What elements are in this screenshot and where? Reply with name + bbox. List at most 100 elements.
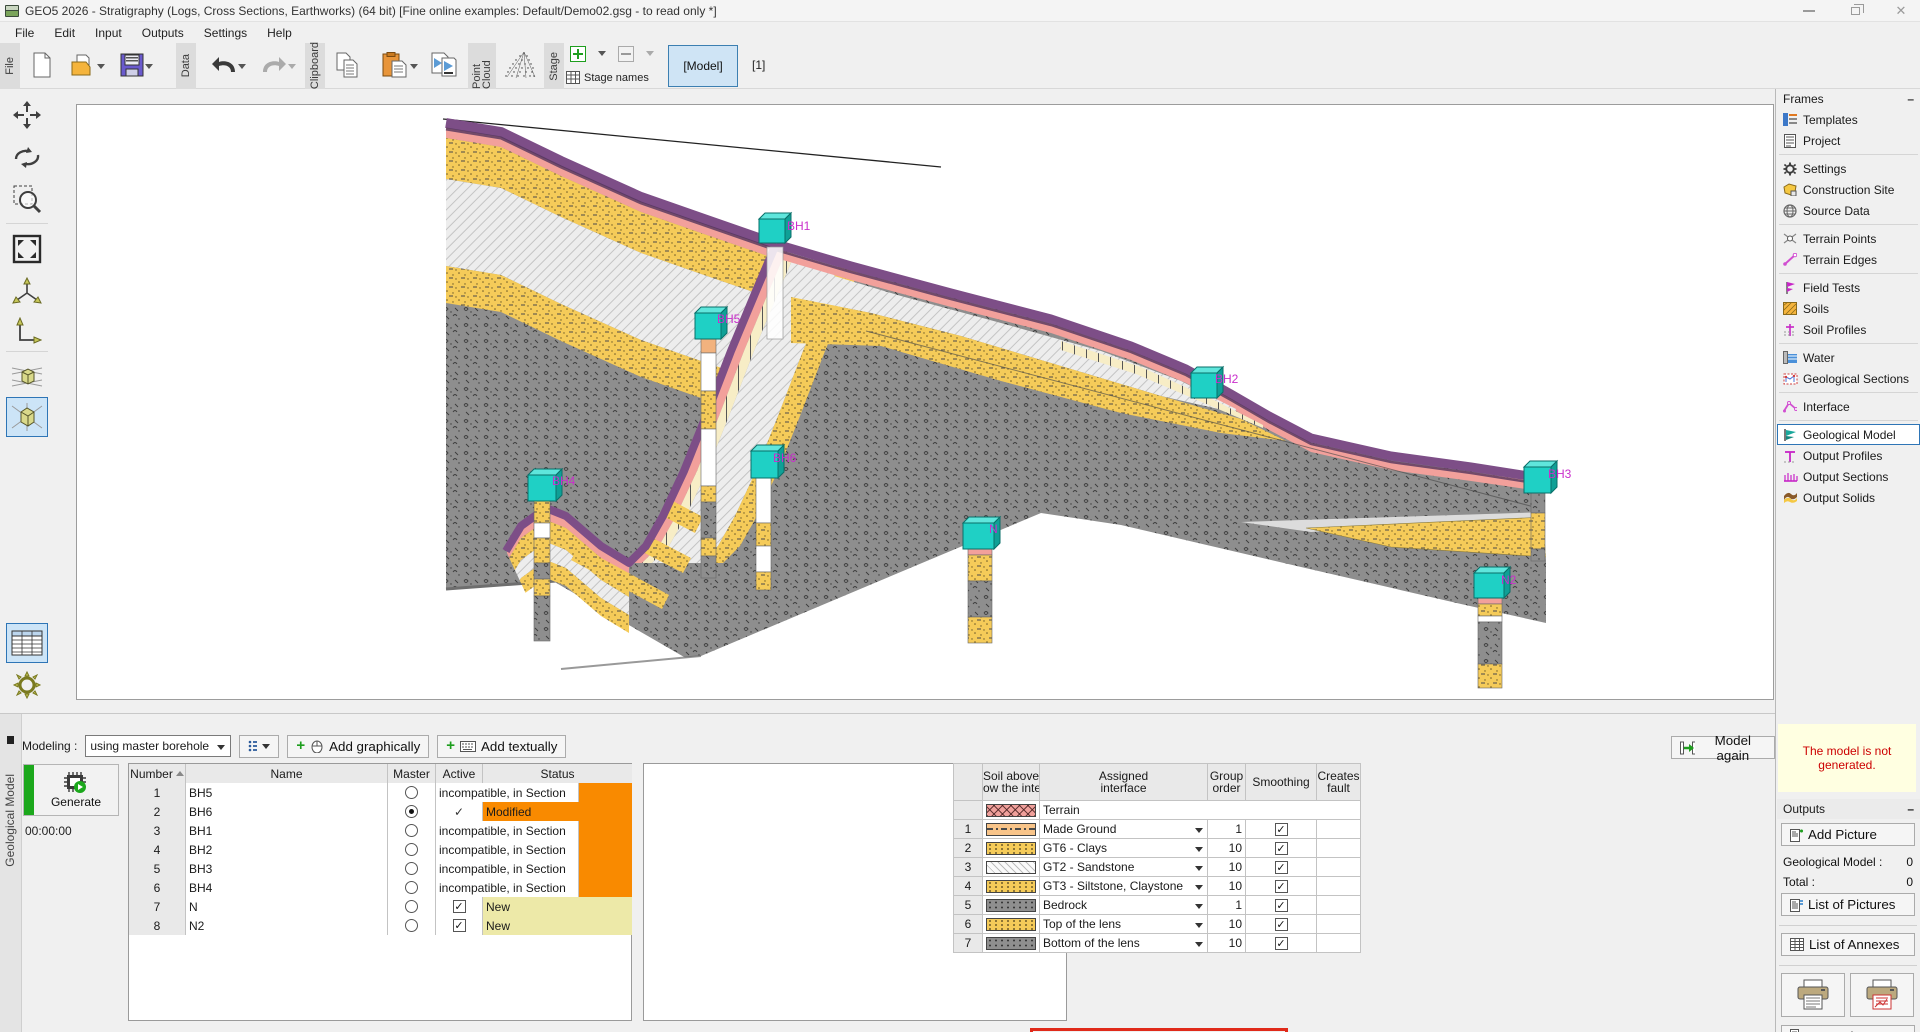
table-row[interactable]: 8 N2 New <box>129 916 631 935</box>
menu-settings[interactable]: Settings <box>195 24 256 42</box>
interface-dropdown[interactable]: GT6 - Clays <box>1039 839 1208 858</box>
print-selection-button[interactable] <box>1850 973 1914 1017</box>
plan-axes-button[interactable] <box>6 312 48 352</box>
table-row[interactable]: 1 Made Ground 1 <box>953 820 1361 839</box>
undo-button[interactable] <box>202 46 246 84</box>
add-stage-button[interactable] <box>566 43 590 65</box>
remove-stage-button[interactable] <box>614 43 638 65</box>
frame-item-field-tests[interactable]: Field Tests <box>1777 277 1920 298</box>
new-file-button[interactable] <box>25 46 59 84</box>
creates-fault-cell[interactable] <box>1316 820 1361 839</box>
menu-outputs[interactable]: Outputs <box>133 24 193 42</box>
stage-names-toggle[interactable]: Stage names <box>566 71 649 84</box>
frame-item-templates[interactable]: Templates <box>1777 109 1920 130</box>
frame-item-settings[interactable]: Settings <box>1777 158 1920 179</box>
copy-button[interactable] <box>330 46 364 84</box>
frame-item-soils[interactable]: Soils <box>1777 298 1920 319</box>
rotate-tool-button[interactable] <box>6 137 48 177</box>
restore-button[interactable] <box>1832 0 1878 22</box>
interface-dropdown[interactable]: Bottom of the lens <box>1039 934 1208 953</box>
redo-button[interactable] <box>252 46 296 84</box>
model-viewport[interactable]: BH1 BH5 BH6 BH4 BH2 BH3 N N2 <box>76 104 1774 700</box>
table-row[interactable]: 5 BH3 incompatible, in Section <box>129 859 631 878</box>
frames-header: Frames – <box>1777 89 1920 109</box>
save-file-button[interactable] <box>110 46 154 84</box>
panel-grip[interactable] <box>7 736 14 744</box>
zoom-select-tool-button[interactable] <box>6 179 48 219</box>
interface-dropdown[interactable]: Bedrock <box>1039 896 1208 915</box>
table-row[interactable]: 6 BH4 incompatible, in Section <box>129 878 631 897</box>
table-view-button[interactable] <box>6 623 48 663</box>
table-row[interactable]: 5 Bedrock 1 <box>953 896 1361 915</box>
frame-item-terrain-points[interactable]: Terrain Points <box>1777 228 1920 249</box>
print-button[interactable] <box>1781 973 1845 1017</box>
add-stage-caret[interactable] <box>598 51 606 56</box>
frames-minimize-button[interactable]: – <box>1907 92 1914 106</box>
frame-item-source-data[interactable]: Source Data <box>1777 200 1920 221</box>
interface-dropdown[interactable]: GT3 - Siltstone, Claystone <box>1039 877 1208 896</box>
table-row[interactable]: 4 GT3 - Siltstone, Claystone 10 <box>953 877 1361 896</box>
borehole-list-menu-button[interactable] <box>239 735 279 758</box>
table-row[interactable]: 3 GT2 - Sandstone 10 <box>953 858 1361 877</box>
frame-item-output-sections[interactable]: Output Sections <box>1777 466 1920 487</box>
creates-fault-cell[interactable] <box>1316 915 1361 934</box>
close-button[interactable]: ✕ <box>1878 0 1920 22</box>
table-row[interactable]: 2 BH6 Modified <box>129 802 631 821</box>
geological-model-side-tab[interactable]: Geological Model <box>0 714 22 1032</box>
model-again-button[interactable]: Model again <box>1671 736 1775 759</box>
axonometric-view-button[interactable] <box>6 397 48 437</box>
generate-button[interactable]: Generate <box>23 764 119 816</box>
copy-view-button[interactable]: Copy view <box>1781 1025 1915 1032</box>
paste-special-button[interactable] <box>424 46 464 84</box>
frame-item-output-profiles[interactable]: Output Profiles <box>1777 445 1920 466</box>
menu-help[interactable]: Help <box>258 24 301 42</box>
frame-item-interface[interactable]: Interface <box>1777 396 1920 417</box>
frame-item-construction-site[interactable]: Construction Site <box>1777 179 1920 200</box>
table-row[interactable]: 3 BH1 incompatible, in Section <box>129 821 631 840</box>
menu-edit[interactable]: Edit <box>45 24 84 42</box>
list-of-pictures-button[interactable]: List of Pictures <box>1781 893 1915 916</box>
list-of-annexes-button[interactable]: List of Annexes <box>1781 933 1915 956</box>
frame-item-soil-profiles[interactable]: Soil Profiles <box>1777 319 1920 340</box>
table-row[interactable]: 1 BH5 incompatible, in Section <box>129 783 631 802</box>
frame-item-project[interactable]: Project <box>1777 130 1920 151</box>
paste-button[interactable] <box>372 46 418 84</box>
terrain-row[interactable]: Terrain <box>953 801 1361 820</box>
add-textually-button[interactable]: + Add textually <box>437 735 566 758</box>
add-graphically-button[interactable]: + Add graphically <box>287 735 429 758</box>
creates-fault-cell[interactable] <box>1316 839 1361 858</box>
fit-to-window-button[interactable] <box>6 229 48 269</box>
table-row[interactable]: 2 GT6 - Clays 10 <box>953 839 1361 858</box>
interface-dropdown[interactable]: Made Ground <box>1039 820 1208 839</box>
outputs-minimize-button[interactable]: – <box>1907 802 1914 816</box>
settings-view-button[interactable] <box>6 665 48 705</box>
interface-dropdown[interactable]: Top of the lens <box>1039 915 1208 934</box>
frame-item-geological-sections[interactable]: Geological Sections <box>1777 368 1920 389</box>
master-radio <box>405 919 418 932</box>
frame-item-terrain-edges[interactable]: Terrain Edges <box>1777 249 1920 270</box>
creates-fault-cell[interactable] <box>1316 896 1361 915</box>
menu-input[interactable]: Input <box>86 24 131 42</box>
settings-gear-icon <box>1782 161 1798 176</box>
open-file-button[interactable] <box>62 46 106 84</box>
perspective-view-button[interactable] <box>6 357 48 397</box>
pan-tool-button[interactable] <box>6 95 48 135</box>
modeling-mode-select[interactable]: using master borehole <box>85 735 231 757</box>
table-row[interactable]: 7 Bottom of the lens 10 <box>953 934 1361 953</box>
table-row[interactable]: 4 BH2 incompatible, in Section <box>129 840 631 859</box>
minimize-button[interactable] <box>1786 0 1832 22</box>
frame-item-output-solids[interactable]: Output Solids <box>1777 487 1920 508</box>
creates-fault-cell[interactable] <box>1316 877 1361 896</box>
frame-item-geological-model[interactable]: Geological Model <box>1777 424 1920 445</box>
axonometry-axes-button[interactable] <box>6 272 48 312</box>
table-row[interactable]: 7 N New <box>129 897 631 916</box>
model-stage-button[interactable]: [Model] <box>668 45 738 87</box>
creates-fault-cell[interactable] <box>1316 934 1361 953</box>
interface-dropdown[interactable]: GT2 - Sandstone <box>1039 858 1208 877</box>
add-picture-button[interactable]: Add Picture <box>1781 823 1915 846</box>
point-cloud-button[interactable] <box>500 46 540 84</box>
frame-item-water[interactable]: Water <box>1777 347 1920 368</box>
table-row[interactable]: 6 Top of the lens 10 <box>953 915 1361 934</box>
menu-file[interactable]: File <box>6 24 43 42</box>
creates-fault-cell[interactable] <box>1316 858 1361 877</box>
